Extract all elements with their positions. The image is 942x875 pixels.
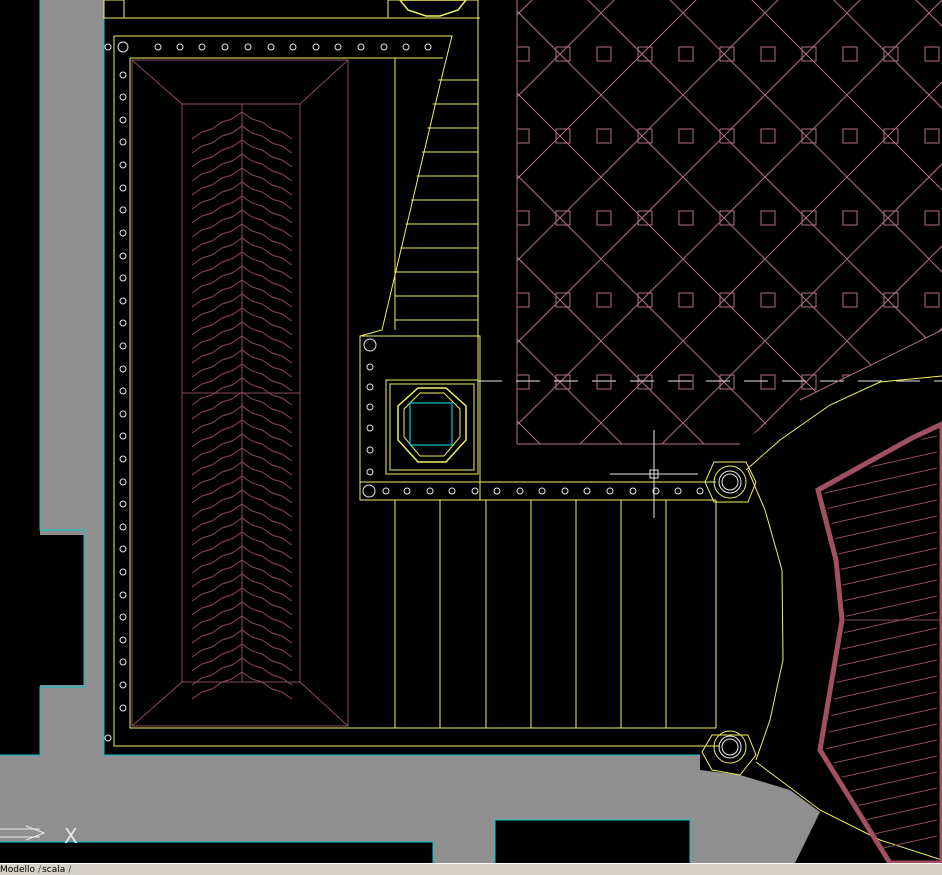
cad-application: X Modello / scala / (0, 0, 942, 875)
model-layout-tabs: Modello / scala / (0, 863, 942, 875)
paving-vertical-mid (84, 530, 104, 690)
drawing-canvas[interactable]: X (0, 0, 942, 863)
tab-separator: / (68, 864, 72, 875)
paving-vertical-lower (40, 685, 104, 755)
tab-scala[interactable]: scala (42, 865, 67, 875)
canvas-background (0, 0, 942, 863)
tab-model[interactable]: Modello (0, 865, 37, 875)
paving-vertical-upper (40, 0, 104, 535)
ucs-x-label: X (64, 824, 78, 848)
